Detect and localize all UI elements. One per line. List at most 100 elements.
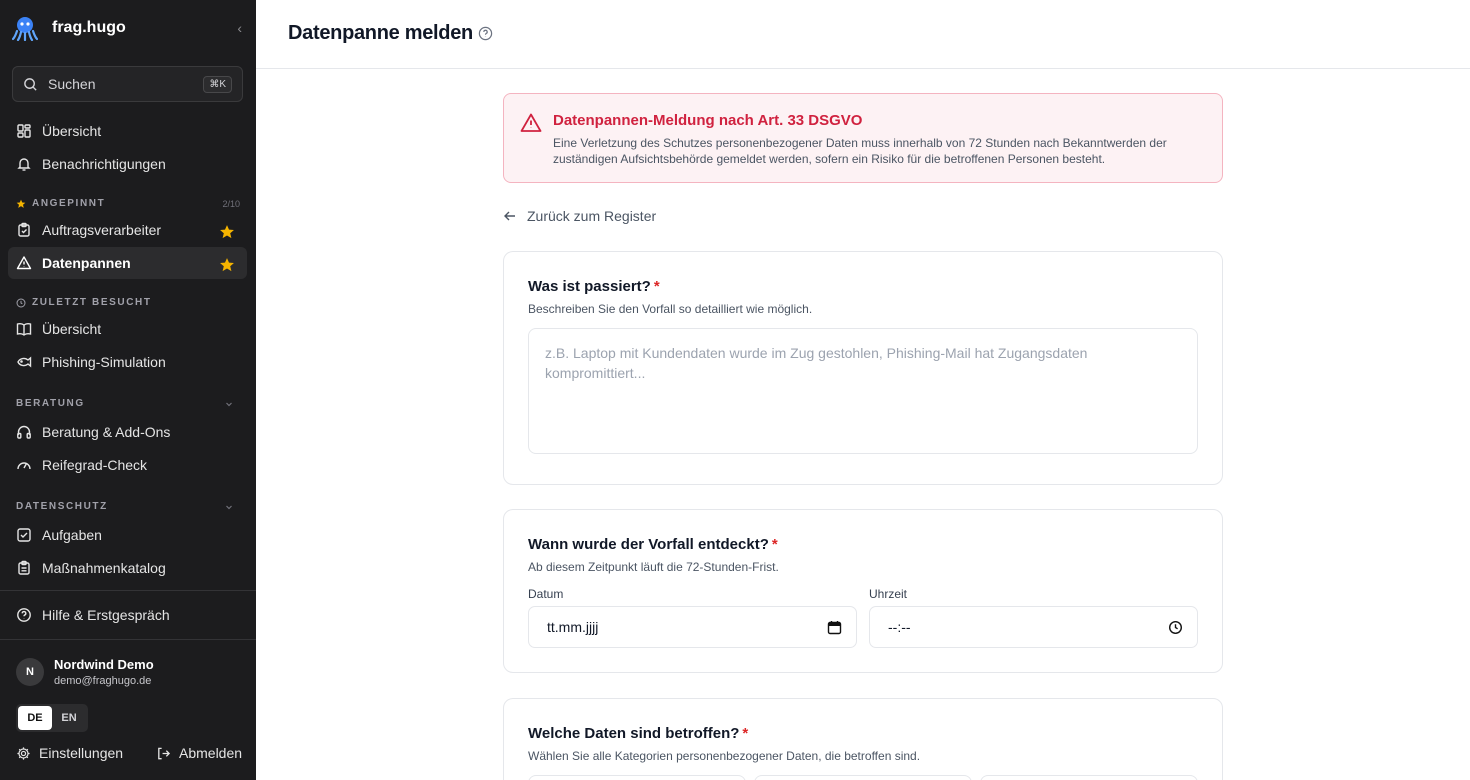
required-marker: * <box>771 536 778 553</box>
sidebar-item-phishing-simulation[interactable]: Phishing-Simulation <box>8 346 247 378</box>
required-marker: * <box>742 725 749 742</box>
user-name: Nordwind Demo <box>54 657 154 672</box>
clock-icon[interactable] <box>1168 620 1183 635</box>
pinned-star-icon[interactable] <box>219 257 235 273</box>
sidebar-item-auftragsverarbeiter[interactable]: Auftragsverarbeiter <box>8 214 247 246</box>
settings-link[interactable]: Einstellungen <box>16 745 123 761</box>
arrow-left-icon <box>504 211 515 221</box>
warning-icon <box>16 256 32 270</box>
search-icon <box>24 77 37 91</box>
section-title: DATENSCHUTZ <box>16 501 108 512</box>
section-title: BERATUNG <box>16 398 85 409</box>
question-label: Welche Daten sind betroffen? * <box>528 725 749 742</box>
question-label: Wann wurde der Vorfall entdeckt? * <box>528 536 778 553</box>
bell-icon <box>17 158 31 171</box>
chevron-down-icon <box>226 402 232 406</box>
date-value: tt.mm.jjjj <box>547 619 599 635</box>
sidebar-item-label: Beratung & Add-Ons <box>42 424 171 440</box>
sidebar-item-label: Übersicht <box>42 123 102 139</box>
calendar-icon[interactable] <box>827 620 842 635</box>
sidebar-item-uebersicht[interactable]: Übersicht <box>8 115 247 147</box>
avatar: N <box>16 658 44 686</box>
incident-description-textarea[interactable]: z.B. Laptop mit Kundendaten wurde im Zug… <box>528 328 1198 454</box>
card-affected-data: Welche Daten sind betroffen? * Wählen Sie… <box>503 698 1223 780</box>
section-beratung[interactable]: BERATUNG <box>16 398 240 409</box>
card-what-happened: Was ist passiert? * Beschreiben Sie den V… <box>503 251 1223 485</box>
sidebar-divider <box>0 639 256 640</box>
sidebar-item-beratung-addons[interactable]: Beratung & Add-Ons <box>8 416 247 448</box>
sidebar-item-datenpannen[interactable]: Datenpannen <box>8 247 247 279</box>
sidebar-item-massnahmenkatalog[interactable]: Maßnahmenkatalog <box>8 552 247 584</box>
help-circle-icon <box>17 608 31 622</box>
pinned-star-icon[interactable] <box>219 224 235 240</box>
sidebar-item-label: Datenpannen <box>42 255 131 271</box>
chevron-down-icon <box>226 505 232 509</box>
time-value: --:-- <box>888 619 911 635</box>
date-label: Datum <box>528 587 564 601</box>
pinned-count: 2/10 <box>222 198 240 209</box>
time-input[interactable]: --:-- <box>869 606 1198 648</box>
brand-name: frag.hugo <box>52 19 126 36</box>
sidebar-item-aufgaben[interactable]: Aufgaben <box>8 519 247 551</box>
sidebar-item-benachrichtigungen[interactable]: Benachrichtigungen <box>8 148 247 180</box>
required-marker: * <box>653 278 660 295</box>
time-label: Uhrzeit <box>869 587 908 601</box>
dashboard-icon <box>17 124 31 138</box>
alert-text: Eine Verletzung des Schutzes personenbez… <box>553 136 1167 166</box>
sidebar: frag.hugo ‹ Suchen ⌘K Übersicht Benachri… <box>0 0 256 780</box>
octopus-logo-icon <box>12 17 38 41</box>
sidebar-item-label: Auftragsverarbeiter <box>42 222 162 238</box>
settings-label: Einstellungen <box>39 745 124 761</box>
clipboard-list-icon <box>18 560 30 575</box>
brand[interactable]: frag.hugo ‹ <box>12 12 244 44</box>
sidebar-item-label: Maßnahmenkatalog <box>42 560 166 576</box>
user-email: demo@fraghugo.de <box>54 675 152 687</box>
headphones-icon <box>17 425 31 439</box>
book-icon <box>16 323 32 336</box>
clock-icon <box>16 297 26 308</box>
sidebar-item-label: Hilfe & Erstgespräch <box>42 607 170 623</box>
sidebar-item-hilfe[interactable]: Hilfe & Erstgespräch <box>8 599 247 631</box>
section-angepinnt: ANGEPINNT 2/10 <box>16 198 240 209</box>
sidebar-item-reifegrad-check[interactable]: Reifegrad-Check <box>8 449 247 481</box>
question-description: Wählen Sie alle Kategorien personenbezog… <box>528 749 921 763</box>
logout-label: Abmelden <box>179 745 243 761</box>
date-input[interactable]: tt.mm.jjjj <box>528 606 857 648</box>
section-title: ZULETZT BESUCHT <box>32 297 152 308</box>
help-circle-icon[interactable] <box>478 26 493 41</box>
gear-icon <box>17 746 30 760</box>
language-switch: DE EN <box>16 704 88 732</box>
collapse-sidebar-icon[interactable]: ‹ <box>237 20 242 36</box>
clipboard-icon <box>18 222 30 237</box>
sidebar-item-label: Phishing-Simulation <box>42 354 166 370</box>
sidebar-item-recent-uebersicht[interactable]: Übersicht <box>8 313 247 345</box>
logout-link[interactable]: Abmelden <box>156 745 242 761</box>
search-input[interactable]: Suchen ⌘K <box>12 66 243 102</box>
lang-en-button[interactable]: EN <box>52 706 86 730</box>
section-zuletzt-besucht: ZULETZT BESUCHT <box>16 297 240 308</box>
logout-icon <box>158 747 171 759</box>
back-to-register-link[interactable]: Zurück zum Register <box>503 208 656 224</box>
sidebar-divider <box>0 590 256 591</box>
search-shortcut: ⌘K <box>203 75 232 93</box>
lang-de-button[interactable]: DE <box>18 706 52 730</box>
data-category-option[interactable] <box>980 775 1198 780</box>
warning-icon <box>520 113 542 132</box>
page-title: Datenpanne melden <box>288 22 473 44</box>
user-profile[interactable]: N Nordwind Demo demo@fraghugo.de <box>16 657 154 687</box>
fish-icon <box>17 356 32 368</box>
question-description: Ab diesem Zeitpunkt läuft die 72-Stunden… <box>528 560 779 574</box>
sidebar-item-label: Aufgaben <box>42 527 102 543</box>
sidebar-item-label: Reifegrad-Check <box>42 457 148 473</box>
data-category-option[interactable] <box>528 775 746 780</box>
back-link-label: Zurück zum Register <box>527 208 657 224</box>
question-label: Was ist passiert? * <box>528 278 660 295</box>
section-title: ANGEPINNT <box>32 198 106 209</box>
alert-title: Datenpannen-Meldung nach Art. 33 DSGVO <box>553 112 863 129</box>
question-description: Beschreiben Sie den Vorfall so detaillie… <box>528 302 813 316</box>
dsgvo-alert: Datenpannen-Meldung nach Art. 33 DSGVO E… <box>503 93 1223 183</box>
section-datenschutz[interactable]: DATENSCHUTZ <box>16 501 240 512</box>
checkbox-icon <box>17 528 31 542</box>
search-placeholder: Suchen <box>48 76 96 92</box>
data-category-option[interactable] <box>754 775 972 780</box>
